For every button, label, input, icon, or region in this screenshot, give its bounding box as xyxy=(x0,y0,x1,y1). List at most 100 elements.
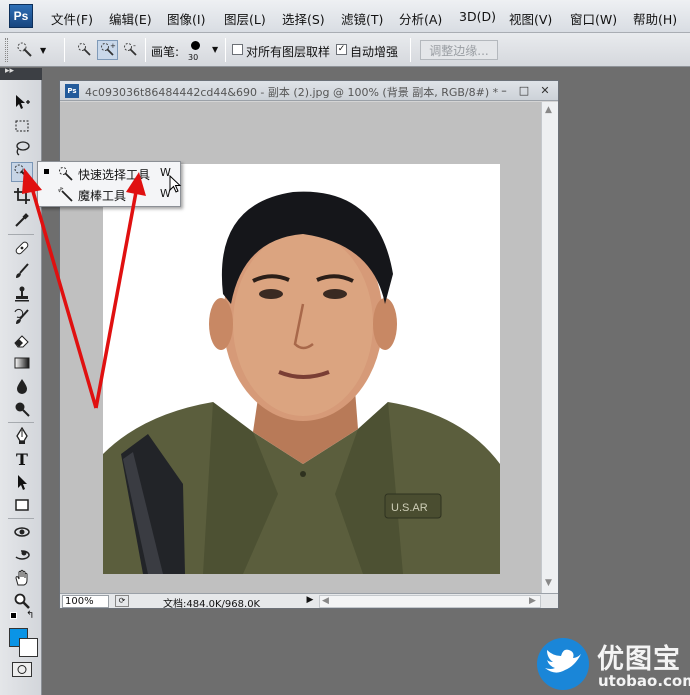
menu-image[interactable]: 图像(I) xyxy=(167,9,205,28)
blur-tool[interactable] xyxy=(11,376,33,396)
document-title: 4c093036t86484442cd44&690 - 副本 (2).jpg @… xyxy=(85,86,499,99)
hand-tool[interactable] xyxy=(11,568,33,588)
zoom-tool[interactable] xyxy=(11,591,33,611)
tools-panel-header[interactable]: ▸▸ xyxy=(0,66,42,80)
expand-panel-icon: ▸▸ xyxy=(5,66,15,76)
scroll-down-icon[interactable]: ▼ xyxy=(545,578,552,588)
type-tool[interactable]: T xyxy=(11,449,33,469)
brush-picker-chevron-icon[interactable]: ▼ xyxy=(212,45,218,54)
svg-text:-: - xyxy=(133,42,136,50)
menu-view[interactable]: 视图(V) xyxy=(509,9,552,28)
menu-layer[interactable]: 图层(L) xyxy=(224,9,266,28)
watermark-url: utobao.com xyxy=(598,672,690,690)
menu-select[interactable]: 选择(S) xyxy=(282,9,325,28)
move-tool-icon xyxy=(16,95,30,109)
menu-window[interactable]: 窗口(W) xyxy=(570,9,617,28)
add-to-selection-button[interactable]: + xyxy=(97,40,118,60)
quick-selection-icon xyxy=(17,42,32,57)
history-brush-tool[interactable] xyxy=(11,307,33,327)
photo-portrait[interactable]: U.S.AR xyxy=(103,164,500,574)
brush-tool[interactable] xyxy=(11,261,33,281)
zoom-level-input[interactable]: 100% xyxy=(62,595,109,608)
magic-wand-icon xyxy=(58,187,73,202)
photoshop-doc-icon: Ps xyxy=(65,84,79,98)
document-title-bar[interactable]: Ps 4c093036t86484442cd44&690 - 副本 (2).jp… xyxy=(60,81,558,101)
crop-tool[interactable] xyxy=(11,186,33,206)
dodge-icon xyxy=(15,402,30,417)
shape-tool[interactable] xyxy=(11,495,33,515)
menu-file[interactable]: 文件(F) xyxy=(51,9,93,28)
clone-stamp-tool[interactable] xyxy=(11,284,33,304)
eyedropper-tool[interactable] xyxy=(11,210,33,230)
portrait-image: U.S.AR xyxy=(103,164,500,574)
swap-colors-icon[interactable]: ↰ xyxy=(26,610,34,621)
quick-selection-tool[interactable] xyxy=(11,162,33,182)
tool-preset-picker[interactable]: ▼ xyxy=(16,40,56,60)
options-bar: ▼ + - 画笔: 30 ▼ 对所有图层取样 ✓ 自动增强 调整边缘... xyxy=(0,33,690,67)
divider xyxy=(64,38,65,62)
divider xyxy=(8,518,34,519)
subtract-from-selection-button[interactable]: - xyxy=(120,40,141,60)
brush-preview-icon[interactable] xyxy=(191,41,200,50)
history-brush-icon xyxy=(14,308,29,324)
menu-edit[interactable]: 编辑(E) xyxy=(109,9,152,28)
quick-mask-button[interactable] xyxy=(12,662,32,677)
flyout-item-magic-wand[interactable]: 魔棒工具 W xyxy=(38,184,180,205)
flyout-label: 魔棒工具 xyxy=(78,189,127,203)
close-icon[interactable]: ✕ xyxy=(538,83,552,97)
dodge-tool[interactable] xyxy=(11,399,33,419)
eraser-tool[interactable] xyxy=(11,330,33,350)
path-selection-icon xyxy=(18,475,27,490)
clone-stamp-icon xyxy=(15,286,29,302)
menu-3d[interactable]: 3D(D) xyxy=(459,9,496,24)
lasso-icon xyxy=(16,141,30,156)
3d-rotate-tool[interactable] xyxy=(11,522,33,542)
menu-help[interactable]: 帮助(H) xyxy=(633,9,677,28)
healing-brush-tool[interactable] xyxy=(11,238,33,258)
vertical-scrollbar[interactable]: ▲ ▼ xyxy=(541,102,558,593)
blur-icon xyxy=(17,379,27,394)
gradient-tool[interactable] xyxy=(11,353,33,373)
default-colors-icon[interactable] xyxy=(10,612,17,619)
sample-all-layers-checkbox[interactable] xyxy=(232,44,243,55)
refine-edge-button[interactable]: 调整边缘... xyxy=(420,40,498,60)
scroll-left-icon[interactable]: ◀ xyxy=(322,596,329,606)
horizontal-scrollbar[interactable]: ◀ ▶ xyxy=(319,595,541,608)
photoshop-logo: Ps xyxy=(9,4,33,28)
quick-selection-icon xyxy=(59,167,73,181)
document-info: 文档:484.0K/968.0K xyxy=(163,599,261,610)
status-arrow-icon[interactable]: ▶ xyxy=(304,595,316,608)
scroll-right-icon[interactable]: ▶ xyxy=(529,596,536,606)
3d-orbit-tool[interactable] xyxy=(11,545,33,565)
type-icon: T xyxy=(16,449,28,469)
path-selection-tool[interactable] xyxy=(11,472,33,492)
utobao-logo-icon xyxy=(537,638,589,690)
rectangular-marquee-tool[interactable] xyxy=(11,116,33,136)
menu-analysis[interactable]: 分析(A) xyxy=(399,9,442,28)
new-selection-button[interactable] xyxy=(74,40,95,60)
menu-bar: Ps 文件(F) 编辑(E) 图像(I) 图层(L) 选择(S) 滤镜(T) 分… xyxy=(0,0,690,33)
rectangle-shape-icon xyxy=(15,499,29,511)
maximize-icon[interactable]: □ xyxy=(517,83,531,97)
flyout-label: 快速选择工具 xyxy=(78,168,151,182)
svg-text:+: + xyxy=(110,42,116,50)
crop-icon xyxy=(14,188,30,204)
menu-filter[interactable]: 滤镜(T) xyxy=(341,9,383,28)
divider xyxy=(410,38,411,62)
background-color-swatch[interactable] xyxy=(19,638,38,657)
status-menu-icon[interactable]: ⟳ xyxy=(115,595,129,607)
scroll-up-icon[interactable]: ▲ xyxy=(545,105,552,115)
move-tool[interactable] xyxy=(11,92,33,112)
minimize-icon[interactable]: – xyxy=(497,83,511,97)
divider xyxy=(8,234,34,235)
options-bar-grip[interactable] xyxy=(5,38,8,62)
eraser-icon xyxy=(14,335,29,348)
rectangular-marquee-icon xyxy=(15,120,29,132)
pen-tool[interactable] xyxy=(11,426,33,446)
lasso-tool[interactable] xyxy=(11,138,33,158)
mouse-cursor-icon xyxy=(169,175,182,193)
auto-enhance-checkbox[interactable]: ✓ xyxy=(336,44,347,55)
chevron-down-icon: ▼ xyxy=(40,45,47,55)
flyout-item-quick-selection[interactable]: 快速选择工具 W xyxy=(38,163,180,184)
tools-panel: T ↰ xyxy=(0,80,42,695)
